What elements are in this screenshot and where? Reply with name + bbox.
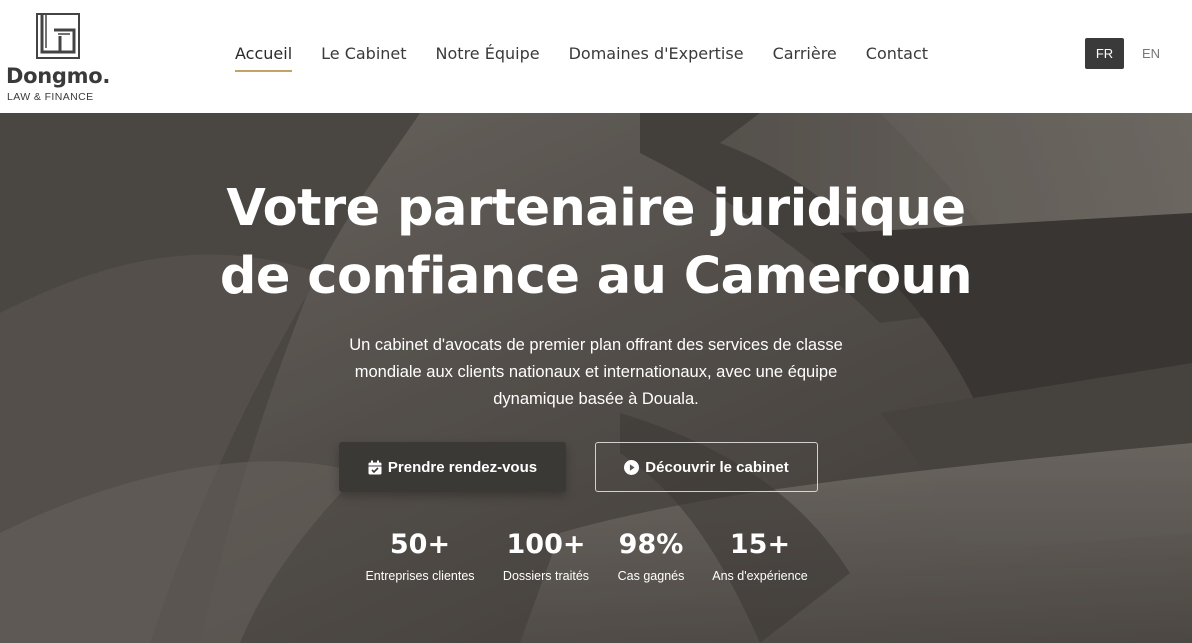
nav-item-label: Accueil: [235, 44, 293, 63]
active-nav-indicator: [235, 70, 293, 72]
discover-firm-button[interactable]: Découvrir le cabinet: [595, 442, 818, 492]
stat-value: 98%: [618, 529, 684, 560]
nav-item-notre-equipe[interactable]: Notre Équipe: [436, 44, 540, 63]
logo-name: Dongmo.: [6, 64, 111, 88]
stat-value: 50+: [389, 529, 451, 560]
nav-item-accueil[interactable]: Accueil: [235, 44, 293, 72]
calendar-check-icon: [368, 460, 382, 474]
nav-item-label: Le Cabinet: [321, 44, 407, 63]
nav-item-label: Carrière: [772, 44, 837, 63]
stat-label: Entreprises clientes: [365, 569, 475, 583]
play-circle-icon: [624, 459, 640, 475]
language-en-button[interactable]: EN: [1134, 38, 1168, 69]
nav-item-contact[interactable]: Contact: [866, 44, 928, 63]
logo-tagline: LAW & FINANCE: [7, 91, 94, 103]
stat-cases: 100+ Dossiers traités: [494, 527, 598, 585]
site-header: Dongmo. LAW & FINANCE Accueil Le Cabinet…: [0, 0, 1192, 113]
hero-title: Votre partenaire juridique de confiance …: [146, 175, 1046, 311]
nav-item-domaines-expertise[interactable]: Domaines d'Expertise: [569, 44, 744, 63]
language-fr-button[interactable]: FR: [1085, 38, 1124, 69]
nav-item-carriere[interactable]: Carrière: [773, 44, 837, 63]
logo-mark-icon: [36, 13, 80, 59]
stat-win-rate: 98% Cas gagnés: [606, 527, 696, 585]
book-appointment-button[interactable]: Prendre rendez-vous: [339, 442, 566, 492]
nav-item-label: Domaines d'Expertise: [568, 44, 744, 63]
stat-value: 15+: [729, 529, 791, 560]
stat-label: Ans d'expérience: [712, 569, 808, 583]
discover-firm-label: Découvrir le cabinet: [645, 458, 789, 476]
hero-subtitle: Un cabinet d'avocats de premier plan off…: [349, 336, 843, 408]
stat-label: Cas gagnés: [617, 569, 685, 583]
hero-section: Votre partenaire juridique de confiance …: [0, 113, 1192, 643]
stat-label: Dossiers traités: [502, 569, 590, 583]
stat-clients: 50+ Entreprises clientes: [356, 527, 484, 585]
nav-item-label: Contact: [865, 44, 929, 63]
hero-title-line-1: Votre partenaire juridique: [226, 179, 966, 238]
main-nav: Accueil Le Cabinet Notre Équipe Domaines…: [235, 44, 928, 72]
stat-value: 100+: [506, 529, 586, 560]
nav-item-label: Notre Équipe: [435, 44, 540, 63]
logo[interactable]: Dongmo. LAW & FINANCE: [4, 8, 124, 103]
nav-item-le-cabinet[interactable]: Le Cabinet: [321, 44, 406, 63]
book-appointment-label: Prendre rendez-vous: [387, 458, 538, 476]
stat-years: 15+ Ans d'expérience: [702, 527, 818, 585]
hero-title-line-2: de confiance au Cameroun: [219, 247, 973, 306]
